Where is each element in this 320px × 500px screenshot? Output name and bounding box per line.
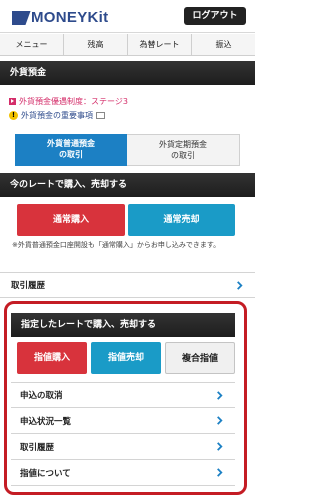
chevron-right-icon <box>217 442 223 451</box>
insurance-link[interactable]: 外貨預金優遇制度：ステージ3 <box>9 96 128 107</box>
warning-icon: ! <box>9 111 18 120</box>
list-item-label: 取引履歴 <box>20 442 55 453</box>
normal-sell-button[interactable]: 通常売却 <box>128 204 235 236</box>
arrow-square-icon <box>9 98 16 105</box>
tab-label: 外貨普通預金 <box>47 139 95 148</box>
list-item-label: 申込状況一覧 <box>20 416 72 427</box>
page-title: 外貨預金 <box>0 61 255 85</box>
chevron-right-icon <box>217 391 223 400</box>
section-limit-rate-title: 指定したレートで購入、売却する <box>11 313 235 337</box>
nav-item-balance[interactable]: 残高 <box>64 34 128 55</box>
tab-time-deposit[interactable]: 外貨定期預金 の取引 <box>127 134 240 166</box>
list-item-label: 指値について <box>20 468 71 479</box>
tab-ordinary-deposit[interactable]: 外貨普通預金 の取引 <box>15 134 127 166</box>
app-header: MONEYKit ログアウト <box>0 0 255 33</box>
tab-label-sub: の取引 <box>171 151 195 160</box>
chevron-right-icon <box>217 468 223 477</box>
list-item-cancel[interactable]: 申込の取消 <box>11 382 235 408</box>
limit-buy-button[interactable]: 指値購入 <box>17 342 87 374</box>
list-item-status[interactable]: 申込状況一覧 <box>11 408 235 434</box>
combined-limit-button[interactable]: 複合指値 <box>165 342 235 374</box>
list-item-label: 取引履歴 <box>11 281 46 291</box>
main-nav: メニュー 残高 為替レート 振込 <box>0 34 255 56</box>
limit-sell-button[interactable]: 指値売却 <box>91 342 161 374</box>
nav-item-menu[interactable]: メニュー <box>0 34 64 55</box>
chevron-right-icon <box>217 416 223 425</box>
list-item-history[interactable]: 取引履歴 <box>11 434 235 460</box>
tab-label: 外貨定期預金 <box>159 140 207 149</box>
list-item-history[interactable]: 取引履歴 <box>0 272 255 298</box>
logo-text: MONEYKit <box>31 9 109 26</box>
nav-item-rates[interactable]: 為替レート <box>128 34 192 55</box>
logout-button[interactable]: ログアウト <box>184 7 246 25</box>
section-current-rate-title: 今のレートで購入、売却する <box>0 173 255 197</box>
insurance-label: 外貨預金優遇制度：ステージ3 <box>19 97 128 106</box>
important-label: 外貨預金の重要事項 <box>21 111 93 120</box>
list-item-label: 申込の取消 <box>20 391 63 401</box>
normal-buy-button[interactable]: 通常購入 <box>17 204 125 236</box>
account-note: ※外貨普通預金口座開設も「通常購入」からお申し込みできます。 <box>12 241 221 249</box>
list-item-about-limit[interactable]: 指値について <box>11 460 235 486</box>
document-icon <box>96 112 105 119</box>
important-info-link[interactable]: ! 外貨預金の重要事項 <box>9 110 105 121</box>
deposit-tabs: 外貨普通預金 の取引 外貨定期預金 の取引 <box>15 134 240 166</box>
moneykit-logo[interactable]: MONEYKit <box>12 9 108 26</box>
chevron-right-icon <box>237 281 243 290</box>
nav-item-transfer[interactable]: 振込 <box>192 34 255 55</box>
logo-mark-icon <box>12 10 31 25</box>
tab-label-sub: の取引 <box>59 150 83 159</box>
